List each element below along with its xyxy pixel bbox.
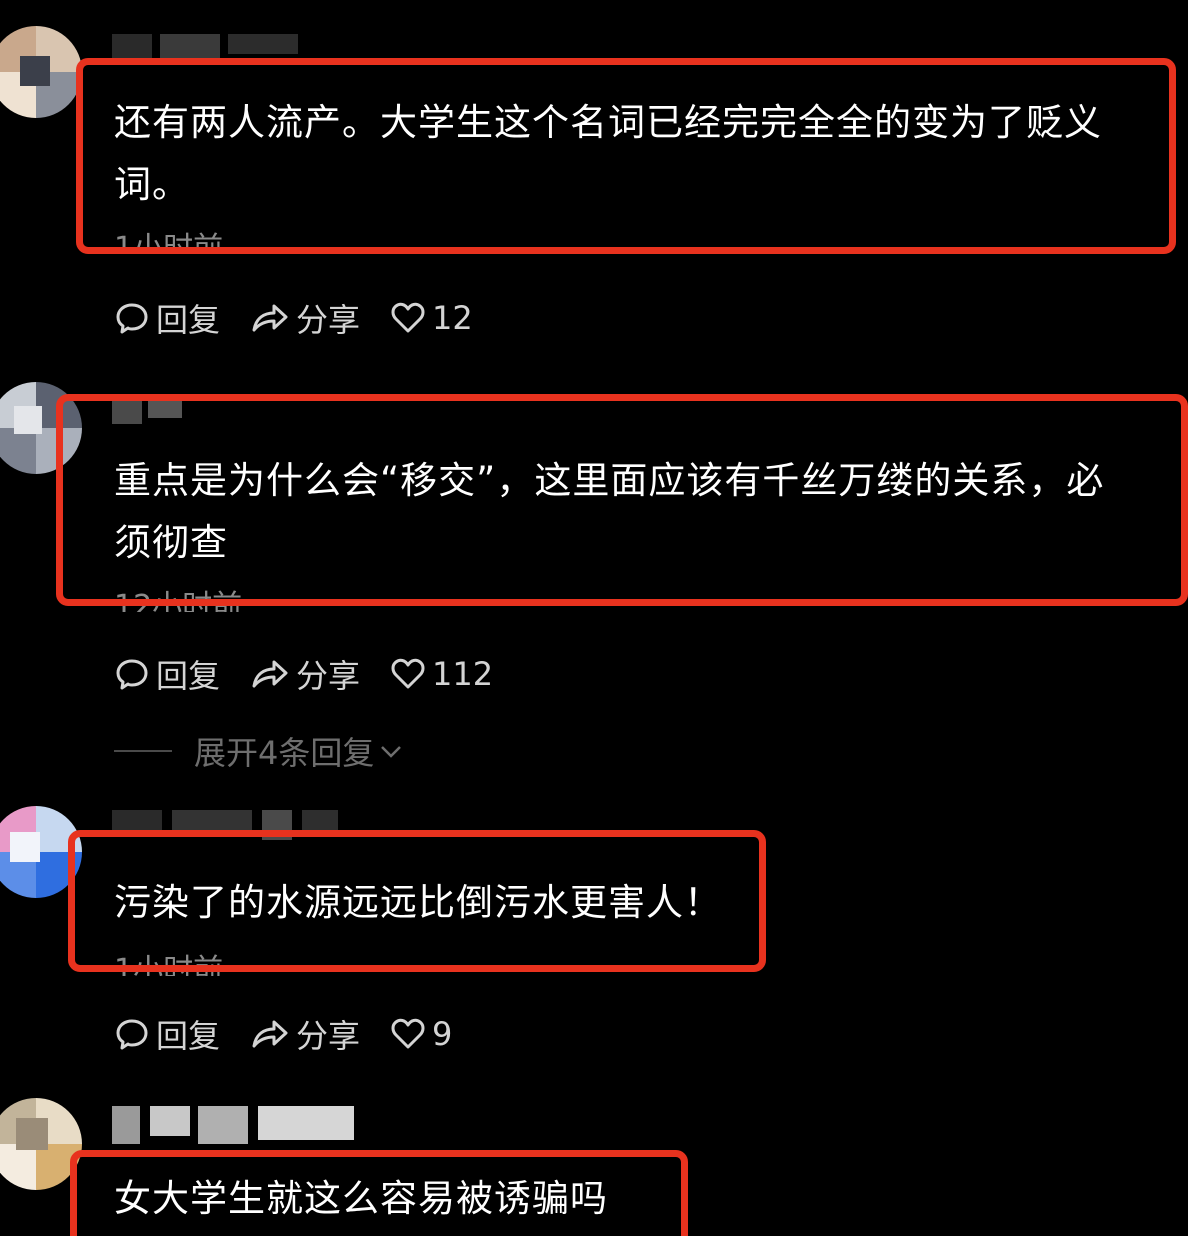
username-blurred[interactable] <box>112 810 342 840</box>
share-button[interactable]: 分享 <box>250 1011 360 1057</box>
share-arrow-icon <box>252 1020 288 1048</box>
share-button[interactable]: 分享 <box>250 295 360 341</box>
comment-timestamp: 1小时前 <box>114 954 224 976</box>
expand-replies-button[interactable]: 展开4条回复 <box>114 728 404 774</box>
heart-icon <box>391 1018 425 1049</box>
heart-icon <box>391 302 425 333</box>
avatar[interactable] <box>0 1098 82 1190</box>
share-arrow-icon <box>252 304 288 332</box>
username-blurred[interactable] <box>112 396 192 426</box>
comment-bubble-icon <box>116 303 148 334</box>
comment-list: 还有两人流产。大学生这个名词已经完完全全的变为了贬义 词。 1小时前 回复 分享… <box>0 0 1188 1236</box>
username-blurred[interactable] <box>112 34 302 64</box>
comment-actions: 回复 分享 12 <box>114 295 503 341</box>
chevron-down-icon <box>381 746 402 758</box>
comment-timestamp: 1小时前 <box>114 232 224 254</box>
comment-actions: 回复 分享 112 <box>114 651 523 697</box>
comment-bubble-icon <box>116 659 148 690</box>
reply-button[interactable]: 回复 <box>114 295 220 341</box>
comment-bubble-icon <box>116 1019 148 1050</box>
avatar[interactable] <box>0 382 82 474</box>
comment-actions: 回复 分享 9 <box>114 1011 482 1057</box>
share-button[interactable]: 分享 <box>250 651 360 697</box>
avatar[interactable] <box>0 806 82 898</box>
reply-button[interactable]: 回复 <box>114 651 220 697</box>
reply-button[interactable]: 回复 <box>114 1011 220 1057</box>
heart-icon <box>391 658 425 689</box>
comment-text: 重点是为什么会“移交”，这里面应该有千丝万缕的关系，必 须彻查 <box>114 459 1105 564</box>
comment-text: 还有两人流产。大学生这个名词已经完完全全的变为了贬义 词。 <box>114 101 1102 206</box>
comment-text: 女大学生就这么容易被诱骗吗 <box>114 1177 608 1220</box>
divider-line <box>114 750 172 752</box>
comment-timestamp: 12小时前 <box>114 590 243 612</box>
like-button[interactable]: 112 <box>390 655 493 693</box>
like-button[interactable]: 9 <box>390 1015 452 1053</box>
username-blurred[interactable] <box>112 1106 362 1146</box>
comment-text: 污染了的水源远远比倒污水更害人！ <box>114 881 722 924</box>
like-button[interactable]: 12 <box>390 299 473 337</box>
share-arrow-icon <box>252 660 288 688</box>
avatar[interactable] <box>0 26 82 118</box>
